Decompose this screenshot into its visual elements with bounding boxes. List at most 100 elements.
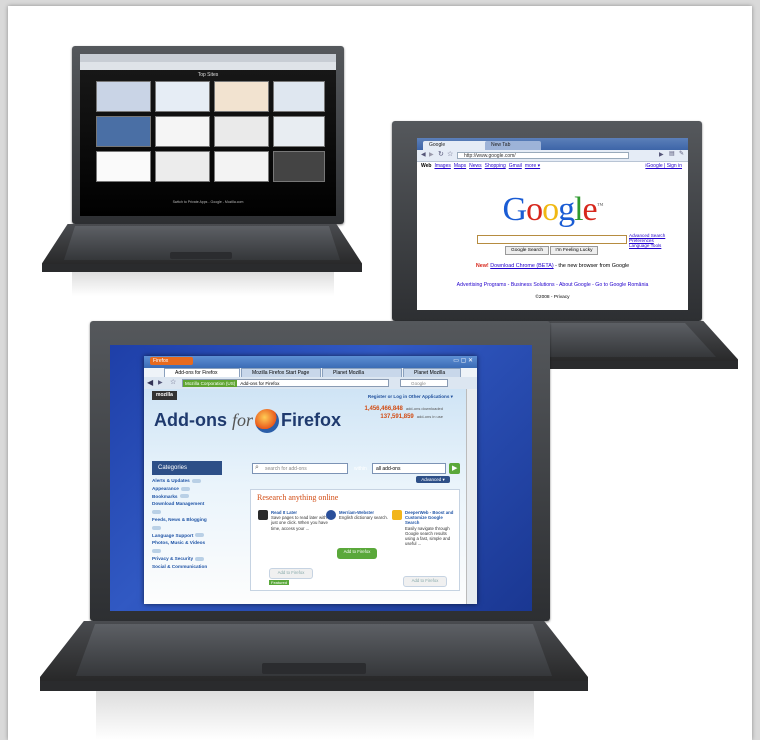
category-item[interactable]: Language Support (152, 532, 222, 540)
tab-addons[interactable]: Add-ons for Firefox (164, 368, 240, 377)
add-to-firefox-button[interactable]: Add to Firefox (337, 548, 377, 559)
google-search-input[interactable] (477, 235, 627, 244)
category-item[interactable]: Alerts & Updates (152, 477, 222, 485)
category-item[interactable]: Feeds, News & Blogging (152, 516, 222, 524)
category-item[interactable] (152, 508, 222, 516)
nav-gmail[interactable]: Gmail (509, 163, 522, 169)
category-item[interactable]: Download Management (152, 500, 222, 508)
address-bar[interactable]: Mozilla Corporation (US) Add-ons for Fire… (182, 379, 389, 387)
site-thumbnail[interactable] (273, 116, 325, 147)
site-thumbnail[interactable] (155, 116, 210, 147)
download-chrome-link[interactable]: Download Chrome (BETA) (490, 263, 553, 269)
wrench-icon[interactable]: ✎ (679, 150, 684, 157)
category-item[interactable] (152, 524, 222, 532)
firefox-menu-button[interactable]: Firefox (150, 357, 193, 365)
addon-item[interactable]: Read It Later Save pages to read later w… (258, 510, 331, 531)
tab-planet-mozilla[interactable]: Planet Mozilla (322, 368, 402, 377)
addon-item[interactable]: Merriam-Webster English dictionary searc… (326, 510, 389, 521)
add-to-firefox-button[interactable]: Add to Firefox (269, 568, 313, 579)
page-content: mozilla Register or Log in Other Applica… (144, 389, 467, 604)
reload-icon[interactable]: ↻ (438, 150, 444, 158)
category-item[interactable] (152, 547, 222, 555)
category-item[interactable]: Social & Communication (152, 563, 222, 571)
nav-maps[interactable]: Maps (454, 163, 466, 169)
search-bar[interactable]: Google (400, 379, 448, 387)
tab-start-page[interactable]: Mozilla Firefox Start Page (241, 368, 321, 377)
site-identity[interactable]: Mozilla Corporation (US) (183, 380, 238, 387)
site-thumbnail[interactable] (273, 81, 325, 112)
url-text: Add-ons for Firefox (240, 381, 280, 386)
category-item[interactable]: Privacy & Security (152, 555, 222, 563)
within-label: within (354, 466, 367, 472)
tab-planet-mozilla-2[interactable]: Planet Mozilla (403, 368, 461, 377)
laptop-base (42, 224, 362, 272)
heading-for: for (232, 409, 254, 430)
read-it-later-icon (258, 510, 268, 520)
addon-search-input[interactable]: search for add-ons (252, 463, 348, 474)
scrollbar[interactable] (466, 389, 477, 604)
category-item[interactable]: Photos, Music & Videos (152, 539, 222, 547)
site-thumbnail[interactable] (96, 151, 151, 182)
account-links[interactable]: iGoogle | Sign in (645, 162, 682, 170)
trademark: ™ (596, 201, 604, 210)
star-icon[interactable]: ☆ (447, 150, 453, 158)
nav-news[interactable]: News (469, 163, 482, 169)
site-thumbnail[interactable] (155, 151, 210, 182)
address-bar[interactable]: http://www.google.com/ (457, 152, 629, 159)
site-thumbnail[interactable] (155, 81, 210, 112)
laptop-front-edge (42, 264, 362, 272)
nav-more[interactable]: more ▾ (525, 163, 540, 169)
nav-images[interactable]: Images (434, 163, 450, 169)
back-icon[interactable]: ◀ (147, 378, 153, 387)
forward-icon[interactable]: ▶ (429, 151, 434, 158)
search-go-button[interactable]: ▶ (449, 463, 460, 474)
addon-name[interactable]: DeeperWeb - Boost and Customize Google S… (405, 510, 455, 526)
back-icon[interactable]: ◀ (421, 151, 426, 158)
nav-web[interactable]: Web (421, 163, 431, 169)
add-to-firefox-button[interactable]: Add to Firefox (403, 576, 447, 587)
touchpad (262, 663, 366, 674)
nav-shopping[interactable]: Shopping (485, 163, 506, 169)
laptop-front-edge (40, 681, 588, 691)
promo-text: - the new browser from Google (553, 263, 630, 269)
google-logo: Google™ (417, 191, 688, 229)
site-thumbnail[interactable] (214, 116, 269, 147)
go-icon[interactable]: ▶ (659, 151, 664, 158)
advanced-search-button[interactable]: Advanced ▾ (416, 476, 450, 483)
category-item[interactable]: Bookmarks (152, 493, 222, 501)
tab-new-tab[interactable]: New Tab (485, 141, 541, 150)
browser-tab-bar (80, 54, 336, 62)
browser-window: Google New Tab ◀ ▶ ↻ ☆ ▶ ▤ ✎ http://www.… (417, 138, 688, 310)
google-search-button[interactable]: Google Search (505, 246, 549, 255)
addon-item[interactable]: DeeperWeb - Boost and Customize Google S… (392, 510, 455, 546)
within-select[interactable]: all add-ons (372, 463, 446, 474)
tab-google[interactable]: Google (423, 141, 489, 150)
mozilla-tag[interactable]: mozilla (152, 391, 177, 400)
site-thumbnail[interactable] (96, 116, 151, 147)
panel-title: Research anything online (257, 493, 339, 502)
laptop-top-sites: Top Sites Switch to Private Apps - Googl… (42, 46, 362, 306)
page-title: Add-ons for Firefox (154, 409, 341, 433)
footer-links[interactable]: Advertising Programs - Business Solution… (417, 282, 688, 288)
top-sites-screen: Top Sites Switch to Private Apps - Googl… (80, 54, 336, 216)
addon-description: English dictionary search. (339, 515, 388, 521)
category-item[interactable]: Appearance (152, 485, 222, 493)
language-tools-link[interactable]: Language Tools (629, 243, 665, 248)
heading-addons: Add-ons (154, 409, 227, 430)
account-links[interactable]: Register or Log in Other Applications ▾ (368, 394, 453, 400)
browser-url-bar[interactable] (80, 62, 336, 70)
window-controls-icon[interactable]: ▭ ▢ ✕ (453, 357, 473, 364)
page-menu-icon[interactable]: ▤ (669, 150, 675, 157)
addon-description: Save pages to read later with just one c… (271, 515, 328, 531)
copyright: ©2008 - Privacy (535, 295, 570, 300)
site-thumbnail[interactable] (214, 81, 269, 112)
google-nav: Web Images Maps News Shopping Gmail more ▾ iGo… (417, 162, 688, 170)
star-icon[interactable]: ☆ (170, 378, 176, 386)
feeling-lucky-button[interactable]: I'm Feeling Lucky (550, 246, 598, 255)
touchpad (170, 252, 232, 259)
magnifier-icon: ⌕ (255, 464, 259, 471)
site-thumbnail[interactable] (214, 151, 269, 182)
site-thumbnail[interactable] (96, 81, 151, 112)
site-thumbnail[interactable] (273, 151, 325, 182)
forward-icon[interactable]: ▶ (158, 379, 163, 386)
